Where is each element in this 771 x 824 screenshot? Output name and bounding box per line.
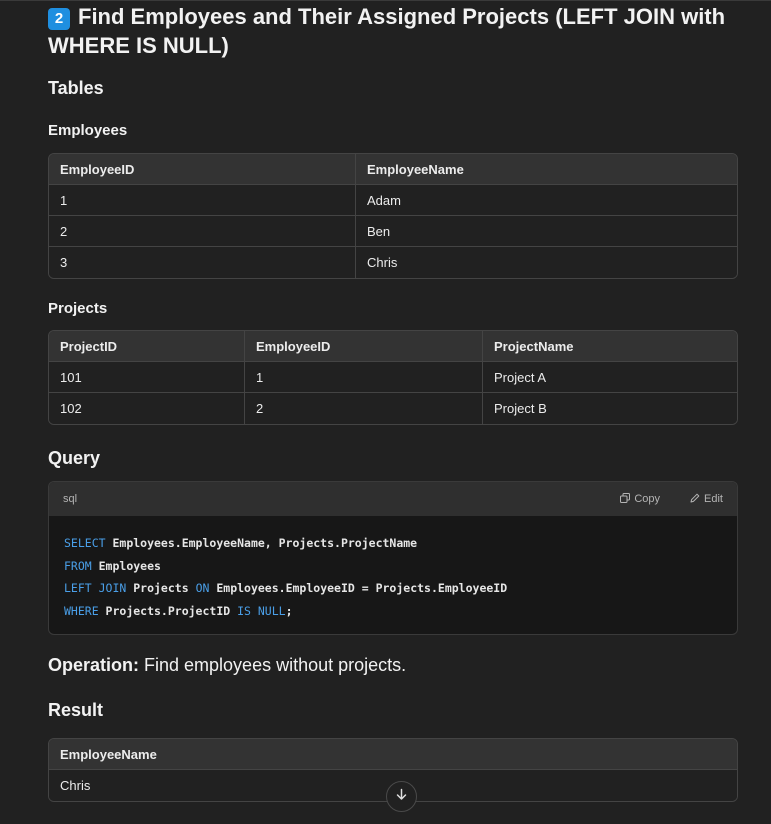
- sql-keyword: ON: [195, 581, 210, 595]
- query-heading: Query: [48, 448, 101, 468]
- table-cell: Chris: [356, 247, 737, 278]
- scroll-to-bottom-button[interactable]: [386, 781, 417, 812]
- table-row: 2 Ben: [49, 216, 737, 247]
- column-header: EmployeeID: [49, 154, 356, 185]
- table-header-row: EmployeeID EmployeeName: [49, 154, 737, 185]
- code-line: FROM Employees: [64, 555, 722, 578]
- sql-keyword: IS NULL: [237, 603, 286, 618]
- sql-keyword: SELECT: [64, 536, 106, 550]
- table-cell: 2: [49, 216, 356, 247]
- table-cell: 1: [49, 185, 356, 216]
- edit-icon: [690, 493, 700, 506]
- copy-button[interactable]: Copy: [620, 492, 661, 506]
- table-row: 1 Adam: [49, 185, 737, 216]
- section-title: 2 Find Employees and Their Assigned Proje…: [48, 2, 738, 60]
- employees-table: EmployeeID EmployeeName 1 Adam 2 Ben 3 C…: [48, 153, 738, 279]
- projects-heading: Projects: [48, 300, 108, 317]
- table-cell: Adam: [356, 185, 737, 216]
- section-title-text: Find Employees and Their Assigned Projec…: [48, 4, 726, 58]
- code-header: sql Copy Edit: [49, 482, 737, 516]
- code-line: WHERE Projects.ProjectID IS NULL;: [64, 600, 722, 623]
- sql-text: Employees.EmployeeName, Projects.Project…: [105, 536, 418, 550]
- edit-label: Edit: [704, 493, 723, 505]
- table-cell: 3: [49, 247, 356, 278]
- table-cell: Ben: [356, 216, 737, 247]
- table-row: 102 2 Project B: [49, 393, 737, 424]
- tables-heading: Tables: [48, 78, 104, 98]
- table-cell: 2: [245, 393, 483, 424]
- sql-text: Employees: [91, 558, 161, 573]
- result-heading: Result: [48, 700, 104, 720]
- copy-icon: [620, 492, 631, 506]
- column-header: EmployeeName: [49, 739, 737, 770]
- table-cell: Project B: [483, 393, 737, 424]
- table-cell: 101: [49, 362, 245, 393]
- code-language: sql: [63, 493, 78, 505]
- table-cell: 102: [49, 393, 245, 424]
- sql-text: Employees.EmployeeID = Projects.Employee…: [209, 581, 508, 595]
- operation-text: Operation: Find employees without projec…: [48, 655, 406, 676]
- column-header: EmployeeName: [356, 154, 737, 185]
- projects-table: ProjectID EmployeeID ProjectName 101 1 P…: [48, 330, 738, 425]
- employees-heading: Employees: [48, 122, 128, 139]
- number-badge: 2: [48, 8, 70, 30]
- sql-text: ;: [285, 603, 293, 618]
- code-content: SELECT Employees.EmployeeName, Projects.…: [49, 516, 737, 634]
- column-header: ProjectName: [483, 331, 737, 362]
- copy-label: Copy: [634, 493, 661, 505]
- sql-text: Projects: [126, 581, 196, 595]
- edit-button[interactable]: Edit: [690, 493, 723, 506]
- table-row: 101 1 Project A: [49, 362, 737, 393]
- column-header: ProjectID: [49, 331, 245, 362]
- table-header-row: ProjectID EmployeeID ProjectName: [49, 331, 737, 362]
- sql-keyword: LEFT JOIN: [64, 581, 127, 595]
- table-row: 3 Chris: [49, 247, 737, 278]
- sql-keyword: WHERE: [64, 603, 99, 618]
- top-divider: [0, 0, 771, 1]
- sql-keyword: FROM: [64, 558, 92, 573]
- operation-label: Operation:: [48, 655, 140, 675]
- column-header: EmployeeID: [245, 331, 483, 362]
- operation-description: Find employees without projects.: [139, 655, 407, 675]
- code-line: LEFT JOIN Projects ON Employees.Employee…: [64, 577, 722, 600]
- table-cell: 1: [245, 362, 483, 393]
- code-block: sql Copy Edit SELECT Employees.EmployeeN…: [48, 481, 738, 635]
- code-line: SELECT Employees.EmployeeName, Projects.…: [64, 532, 722, 555]
- sql-text: Projects.ProjectID: [98, 603, 238, 618]
- table-cell: Project A: [483, 362, 737, 393]
- table-header-row: EmployeeName: [49, 739, 737, 770]
- arrow-down-icon: [395, 788, 408, 806]
